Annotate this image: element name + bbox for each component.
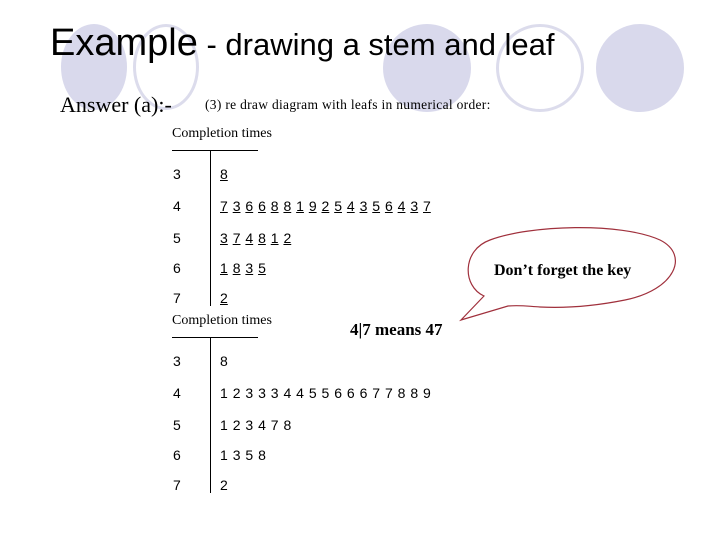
leaf-value: 4 <box>296 385 304 401</box>
leaf-list: 1358 <box>220 447 271 463</box>
leaf-value: 4 <box>245 230 254 246</box>
heading-underline <box>172 150 258 151</box>
leaf-value: 1 <box>220 260 228 276</box>
leaf-value: 6 <box>334 385 342 401</box>
leaf-value: 5 <box>308 385 317 401</box>
leaf-value: 6 <box>258 198 266 214</box>
leaf-value: 8 <box>220 166 228 182</box>
stem-leaf-plot-sorted: Completion times 38412333445566677889512… <box>170 313 510 495</box>
slide-title: Example - drawing a stem and leaf <box>50 22 555 65</box>
stem-value: 3 <box>173 166 181 182</box>
leaf-value: 9 <box>423 385 431 401</box>
decorative-circle <box>596 24 684 112</box>
stem-value: 6 <box>173 447 181 463</box>
plot-heading: Completion times <box>172 126 272 141</box>
leaf-value: 3 <box>232 447 241 463</box>
leaf-value: 9 <box>308 198 317 214</box>
leaf-list: 73668819254356437 <box>220 198 436 214</box>
stem-value: 5 <box>173 230 181 246</box>
leaf-value: 1 <box>220 417 228 433</box>
stem-value: 5 <box>173 417 181 433</box>
leaf-value: 3 <box>258 385 266 401</box>
leaf-value: 6 <box>384 198 393 214</box>
leaf-value: 8 <box>397 385 406 401</box>
leaf-list: 2 <box>220 290 233 306</box>
stem-value: 4 <box>173 385 181 401</box>
leaf-list: 1835 <box>220 260 271 276</box>
leaf-value: 2 <box>220 477 228 493</box>
leaf-value: 2 <box>220 290 228 306</box>
leaf-value: 3 <box>270 385 279 401</box>
leaf-value: 5 <box>321 385 330 401</box>
leaf-value: 4 <box>346 198 355 214</box>
leaf-value: 7 <box>232 230 241 246</box>
stem-leaf-plot-unsorted: Completion times 38473668819254356437537… <box>170 126 510 306</box>
leaf-value: 7 <box>270 417 279 433</box>
leaf-value: 2 <box>283 230 292 246</box>
leaf-value: 3 <box>245 385 254 401</box>
leaf-value: 3 <box>410 198 419 214</box>
plot-heading: Completion times <box>172 313 272 328</box>
leaf-value: 2 <box>232 417 241 433</box>
leaf-list: 374812 <box>220 230 296 246</box>
stem-value: 4 <box>173 198 181 214</box>
leaf-value: 6 <box>359 385 368 401</box>
leaf-value: 3 <box>245 417 254 433</box>
leaf-value: 8 <box>258 447 266 463</box>
leaf-value: 8 <box>258 230 266 246</box>
leaf-list: 123478 <box>220 417 296 433</box>
stem-divider <box>210 338 211 493</box>
leaf-value: 7 <box>423 198 431 214</box>
leaf-value: 7 <box>220 198 228 214</box>
leaf-value: 8 <box>283 198 292 214</box>
answer-label: Answer (a):- <box>60 92 172 117</box>
slide-title-rest: - drawing a stem and leaf <box>197 27 555 62</box>
leaf-value: 8 <box>410 385 419 401</box>
leaf-value: 5 <box>258 260 266 276</box>
leaf-value: 3 <box>359 198 368 214</box>
leaf-value: 4 <box>283 385 292 401</box>
plot-key: 4|7 means 47 <box>350 320 443 339</box>
stem-value: 7 <box>173 290 181 306</box>
stem-value: 6 <box>173 260 181 276</box>
leaf-list: 2 <box>220 477 233 493</box>
instruction-text: (3) re draw diagram with leafs in numeri… <box>205 97 491 112</box>
leaf-value: 3 <box>245 260 254 276</box>
leaf-value: 4 <box>397 198 406 214</box>
heading-underline <box>172 337 258 338</box>
stem-divider <box>210 151 211 306</box>
stem-value: 7 <box>173 477 181 493</box>
callout-text: Don’t forget the key <box>494 262 632 279</box>
leaf-value: 5 <box>245 447 254 463</box>
slide-title-main: Example <box>50 22 198 64</box>
leaf-value: 2 <box>232 385 241 401</box>
leaf-value: 1 <box>220 385 228 401</box>
leaf-value: 7 <box>384 385 393 401</box>
leaf-value: 5 <box>372 198 381 214</box>
leaf-value: 5 <box>334 198 342 214</box>
leaf-value: 3 <box>220 230 228 246</box>
leaf-value: 1 <box>296 198 304 214</box>
leaf-value: 1 <box>270 230 279 246</box>
leaf-value: 4 <box>258 417 266 433</box>
leaf-list: 8 <box>220 353 233 369</box>
leaf-value: 8 <box>232 260 241 276</box>
leaf-value: 7 <box>372 385 381 401</box>
leaf-value: 6 <box>245 198 254 214</box>
leaf-value: 8 <box>283 417 292 433</box>
leaf-value: 8 <box>270 198 279 214</box>
leaf-list: 8 <box>220 166 233 182</box>
leaf-value: 2 <box>321 198 330 214</box>
leaf-value: 6 <box>346 385 355 401</box>
leaf-value: 8 <box>220 353 228 369</box>
stem-value: 3 <box>173 353 181 369</box>
leaf-value: 3 <box>232 198 241 214</box>
leaf-list: 12333445566677889 <box>220 385 436 401</box>
leaf-value: 1 <box>220 447 228 463</box>
